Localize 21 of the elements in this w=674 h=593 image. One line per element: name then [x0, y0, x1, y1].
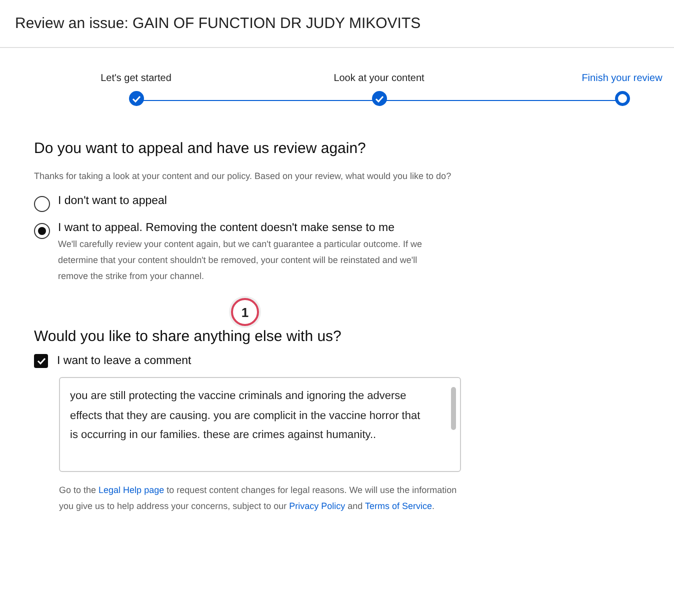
window-title: Review an issue: GAIN OF FUNCTION DR JUDY MIKOVITS: [15, 15, 421, 32]
section-heading: Do you want to appeal and have us review again?: [34, 140, 367, 157]
section-heading: Would you like to share anything else with us?: [34, 328, 342, 345]
comment-field[interactable]: you are still protecting the vaccine criminals and ignoring the adverse effects that they are causing. you are complicit in the vaccine horror that is occurring in our families. these are crimes against humanity..: [59, 377, 461, 472]
step-label: Let's get started: [100, 73, 172, 84]
checkbox-label: I want to leave a comment: [57, 355, 192, 367]
check-icon: [36, 357, 46, 365]
step-label: Finish your review: [582, 73, 662, 84]
intro-text: Thanks for taking a look at your content and our policy. Based on your review, what would you like to do?: [34, 170, 452, 183]
legal-notice: Go to the Legal Help page to request content changes for legal reasons. We will use the information you give us to help address your concerns, subject to our Privacy Policy and Terms of Service.: [59, 484, 458, 513]
checkbox[interactable]: [34, 354, 48, 368]
radio-button[interactable]: [34, 196, 50, 212]
step-label: Look at your content: [334, 73, 424, 84]
option-description: We'll carefully review your content again, but we can't guarantee a particular outcome. If we determine that your content shouldn't be removed, your content will be reinstated and we'll remove the strike from your channel.: [58, 238, 423, 283]
text-link[interactable]: Privacy Policy: [289, 501, 346, 511]
text-link[interactable]: Legal Help page: [98, 485, 164, 495]
number-marker: 1: [231, 298, 259, 326]
radio-button[interactable]: [34, 223, 50, 239]
option-label: I want to appeal. Removing the content doesn't make sense to me: [58, 222, 396, 234]
text-link[interactable]: Terms of Service: [365, 501, 432, 511]
option-label: I don't want to appeal: [58, 195, 167, 207]
